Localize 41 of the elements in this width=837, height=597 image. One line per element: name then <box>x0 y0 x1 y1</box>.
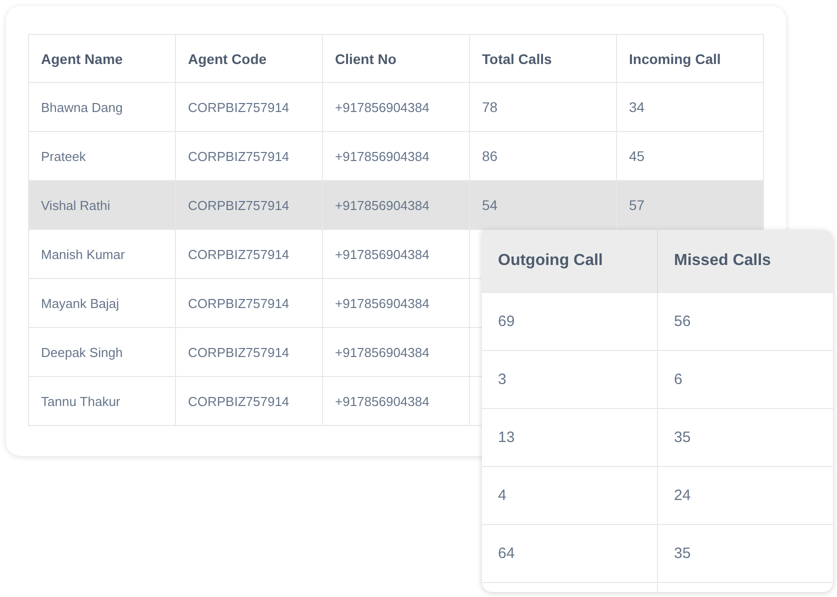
total-calls: 78 <box>482 99 498 115</box>
table-row[interactable]: Vishal Rathi CORPBIZ757914 +917856904384 54 57 <box>28 180 764 230</box>
agent-code: CORPBIZ757914 <box>188 100 290 115</box>
client-number: +917856904384 <box>335 296 430 311</box>
column-header: Outgoing Call <box>482 230 658 292</box>
agent-code: CORPBIZ757914 <box>188 198 290 213</box>
client-number: +917856904384 <box>335 149 430 164</box>
agent-code: CORPBIZ757914 <box>188 149 290 164</box>
agent-name: Tannu Thakur <box>41 394 120 409</box>
outgoing-calls: 13 <box>498 429 515 446</box>
missed-calls: 35 <box>674 545 691 562</box>
client-number: +917856904384 <box>335 247 430 262</box>
table-row[interactable]: Prateek CORPBIZ757914 +917856904384 86 45 <box>28 132 764 180</box>
column-header: Agent Name <box>28 34 176 82</box>
agent-name: Deepak Singh <box>41 345 123 360</box>
agent-name: Manish Kumar <box>41 247 125 262</box>
agent-name: Prateek <box>41 149 86 164</box>
table-row[interactable]: Bhawna Dang CORPBIZ757914 +917856904384 78 34 <box>28 82 764 132</box>
incoming-calls: 34 <box>629 99 645 115</box>
missed-calls: 35 <box>674 429 691 446</box>
client-number: +917856904384 <box>335 100 430 115</box>
agent-code: CORPBIZ757914 <box>188 345 290 360</box>
outgoing-calls: 64 <box>498 545 515 562</box>
client-number: +917856904384 <box>335 198 430 213</box>
outgoing-calls: 69 <box>498 313 515 330</box>
client-number: +917856904384 <box>335 394 430 409</box>
agent-code: CORPBIZ757914 <box>188 296 290 311</box>
missed-calls: 56 <box>674 313 691 330</box>
total-calls: 54 <box>482 197 498 213</box>
missed-calls: 24 <box>674 487 691 504</box>
agent-name: Bhawna Dang <box>41 100 123 115</box>
client-number: +917856904384 <box>335 345 430 360</box>
incoming-calls: 57 <box>629 197 645 213</box>
agent-code: CORPBIZ757914 <box>188 394 290 409</box>
column-header: Missed Calls <box>658 230 833 292</box>
outgoing-calls: 4 <box>498 487 506 504</box>
agent-name: Vishal Rathi <box>41 198 110 213</box>
incoming-calls: 45 <box>629 148 645 164</box>
total-calls: 86 <box>482 148 498 164</box>
agent-code: CORPBIZ757914 <box>188 247 290 262</box>
agent-name: Mayank Bajaj <box>41 296 120 311</box>
